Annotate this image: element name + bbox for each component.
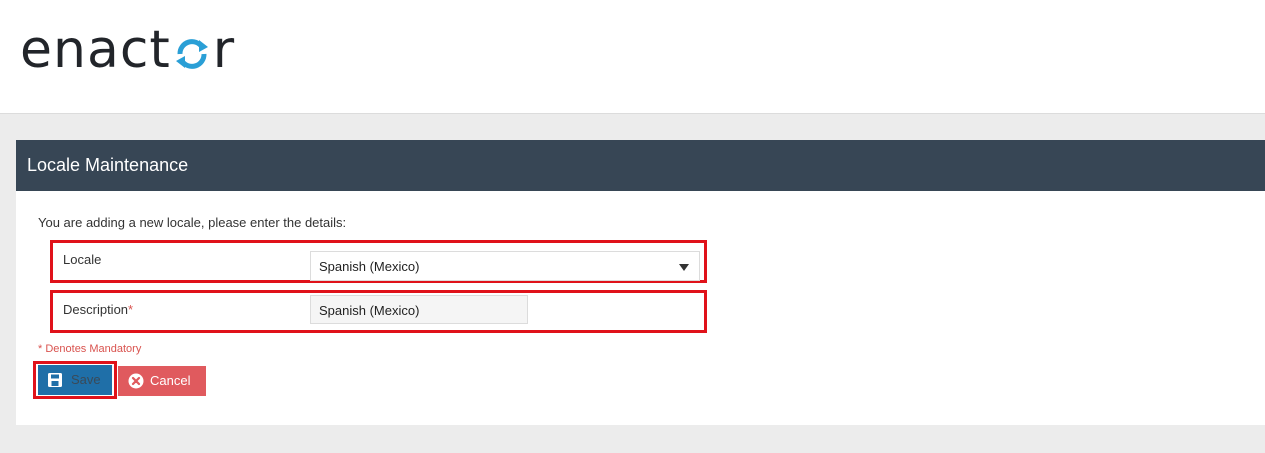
page-title: Locale Maintenance bbox=[16, 140, 1265, 191]
enactor-logo: enact r bbox=[20, 24, 235, 76]
caret-down-icon[interactable] bbox=[679, 264, 689, 271]
description-label-text: Description bbox=[63, 302, 129, 317]
app-header: enact r bbox=[0, 0, 1265, 114]
intro-text: You are adding a new locale, please ente… bbox=[38, 215, 347, 230]
save-button[interactable]: Save bbox=[38, 365, 112, 395]
save-label: Save bbox=[71, 372, 101, 387]
circle-x-icon bbox=[128, 373, 144, 389]
cancel-label: Cancel bbox=[150, 373, 191, 388]
description-label: Description* bbox=[63, 293, 133, 327]
cancel-button[interactable]: Cancel bbox=[118, 366, 206, 396]
locale-select[interactable]: Spanish (Mexico) bbox=[310, 251, 700, 281]
locale-maintenance-panel: Locale Maintenance You are adding a new … bbox=[16, 140, 1265, 425]
locale-label: Locale bbox=[63, 252, 102, 267]
logo-text-start: enact bbox=[20, 20, 171, 80]
locale-row: Locale Spanish (Mexico) bbox=[50, 240, 707, 283]
locale-select-value: Spanish (Mexico) bbox=[319, 259, 420, 274]
description-row: Description* Spanish (Mexico) bbox=[50, 290, 707, 333]
logo-text-end: r bbox=[212, 20, 236, 80]
description-input[interactable]: Spanish (Mexico) bbox=[310, 295, 528, 324]
mandatory-note: * Denotes Mandatory bbox=[38, 343, 142, 355]
required-mark: * bbox=[128, 302, 134, 317]
floppy-disk-icon bbox=[48, 373, 62, 387]
refresh-cycle-icon bbox=[175, 39, 208, 69]
